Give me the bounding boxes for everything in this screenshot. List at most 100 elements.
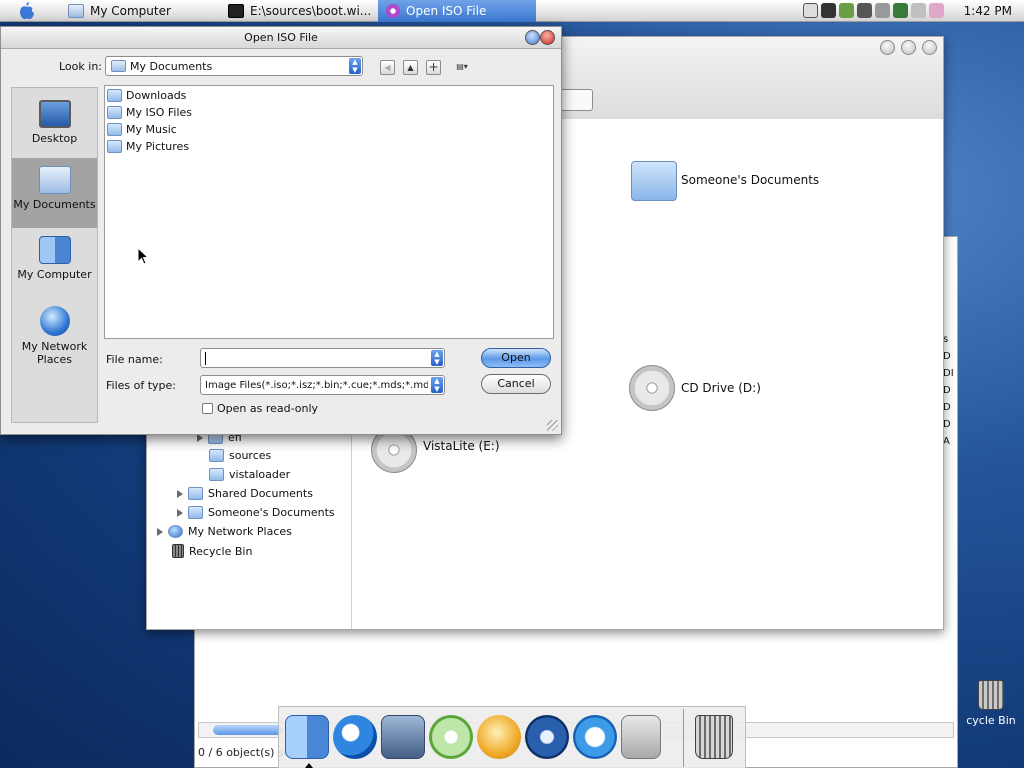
itunes-icon[interactable]	[429, 715, 473, 759]
volume-icon[interactable]	[875, 3, 890, 18]
folder-icon	[111, 60, 126, 72]
tree-item-my-network-places[interactable]: My Network Places	[157, 525, 292, 538]
dock-separator	[683, 709, 684, 767]
7zip-icon	[228, 4, 244, 18]
look-in-dropdown[interactable]: My Documents ▲ ▼	[105, 56, 363, 76]
trash-icon[interactable]	[695, 715, 733, 759]
window-controls	[880, 40, 937, 55]
taskbar-item-my-computer[interactable]: My Computer	[60, 0, 228, 22]
expand-arrow-icon[interactable]	[177, 508, 183, 517]
details-cell: D	[943, 351, 951, 362]
minimize-button[interactable]	[880, 40, 895, 55]
display-icon[interactable]	[821, 3, 836, 18]
file-type-dropdown[interactable]: Image Files(*.iso;*.isz;*.bin;*.cue;*.md…	[200, 375, 445, 395]
shield-icon[interactable]	[929, 3, 944, 18]
preview-icon[interactable]	[381, 715, 425, 759]
place-label: My Documents	[13, 198, 96, 211]
recycle-bin-icon	[172, 544, 184, 558]
tree-label: Shared Documents	[208, 487, 313, 500]
tree-item-sources[interactable]: sources	[209, 449, 271, 462]
internet-explorer-icon[interactable]	[333, 715, 377, 759]
tree-item-shared-documents[interactable]: Shared Documents	[177, 487, 313, 500]
music-folder-icon	[107, 122, 122, 136]
quicktime-icon[interactable]	[573, 715, 617, 759]
apple-menu-icon[interactable]	[17, 1, 37, 21]
scrollbar-thumb[interactable]	[213, 725, 283, 735]
sync-icon[interactable]	[911, 3, 926, 18]
text-caret	[205, 351, 206, 365]
tree-item-someones-documents[interactable]: Someone's Documents	[177, 506, 335, 519]
user-icon[interactable]	[803, 3, 818, 18]
my-computer-icon	[38, 236, 71, 264]
list-item[interactable]: My Pictures	[107, 138, 189, 154]
menu-bar: My Computer E:\sources\boot.wi... Open I…	[0, 0, 1024, 22]
task-label: E:\sources\boot.wi...	[250, 4, 372, 18]
taskbar-item-open-iso-file[interactable]: Open ISO File	[378, 0, 536, 22]
cancel-button[interactable]: Cancel	[481, 374, 551, 394]
system-prefs-icon[interactable]	[621, 715, 661, 759]
desktop-recycle-bin[interactable]: cycle Bin	[958, 680, 1024, 727]
zoom-button[interactable]	[901, 40, 916, 55]
taskbar-item-7zip[interactable]: E:\sources\boot.wi...	[220, 0, 378, 22]
place-my-network-places[interactable]: My Network Places	[12, 302, 97, 374]
close-button[interactable]	[922, 40, 937, 55]
media-player-icon[interactable]	[477, 715, 521, 759]
tree-label: vistaloader	[229, 468, 291, 481]
read-only-label[interactable]: Open as read-only	[217, 402, 318, 415]
list-item[interactable]: My ISO Files	[107, 104, 192, 120]
back-button[interactable]: ◀	[380, 60, 395, 75]
place-my-documents[interactable]: My Documents	[12, 158, 97, 228]
help-button[interactable]	[525, 30, 540, 45]
item-label[interactable]: CD Drive (D:)	[681, 381, 761, 395]
network-icon[interactable]	[839, 3, 854, 18]
dropdown-arrow-icon: ▲ ▼	[431, 377, 443, 393]
finder-icon[interactable]	[285, 715, 329, 759]
file-list[interactable]: Downloads My ISO Files My Music My Pictu…	[104, 85, 554, 339]
read-only-checkbox[interactable]	[202, 403, 213, 414]
recycle-bin-icon	[978, 680, 1004, 710]
item-label[interactable]: Someone's Documents	[681, 173, 819, 187]
close-button[interactable]	[540, 30, 555, 45]
view-options-button[interactable]	[559, 89, 593, 111]
list-item[interactable]: My Music	[107, 121, 177, 137]
place-label: My Network Places	[21, 340, 88, 366]
resize-grip[interactable]	[547, 420, 558, 431]
tree-label: Someone's Documents	[208, 506, 335, 519]
tree-item-recycle-bin[interactable]: Recycle Bin	[172, 544, 252, 558]
folder-icon	[188, 506, 203, 519]
place-label: My Computer	[17, 268, 92, 281]
new-folder-button[interactable]: +	[426, 60, 441, 75]
list-item[interactable]: Downloads	[107, 87, 186, 103]
running-indicator-icon	[305, 763, 313, 768]
file-name-field[interactable]: ▲ ▼	[200, 348, 445, 368]
security-icon[interactable]	[893, 3, 908, 18]
monitor-icon[interactable]	[857, 3, 872, 18]
place-desktop[interactable]: Desktop	[12, 96, 97, 158]
network-places-icon	[168, 525, 183, 538]
cd-drive-icon[interactable]	[629, 365, 675, 411]
look-in-label: Look in:	[59, 60, 102, 73]
tree-item-vistaloader[interactable]: vistaloader	[209, 468, 290, 481]
place-my-computer[interactable]: My Computer	[12, 232, 97, 296]
details-cell: s	[943, 334, 949, 345]
my-computer-icon	[68, 4, 84, 18]
imovie-icon[interactable]	[525, 715, 569, 759]
view-menu-button[interactable]: ▤▾	[449, 60, 475, 75]
dialog-title[interactable]: Open ISO File	[1, 27, 561, 49]
look-in-value: My Documents	[130, 59, 213, 73]
details-column: s D DI D D D A	[943, 331, 957, 450]
clock[interactable]: 1:42 PM	[964, 4, 1012, 18]
folder-icon	[188, 487, 203, 500]
open-iso-file-dialog: Open ISO File Look in: My Documents ▲ ▼ ◀…	[0, 26, 562, 435]
details-cell: A	[943, 436, 950, 447]
pictures-folder-icon	[107, 139, 122, 153]
network-places-icon	[39, 306, 70, 336]
expand-arrow-icon[interactable]	[177, 489, 183, 498]
folder-icon	[209, 449, 224, 462]
expand-arrow-icon[interactable]	[157, 527, 163, 536]
open-button[interactable]: Open	[481, 348, 551, 368]
dropdown-arrow-icon: ▲ ▼	[431, 350, 443, 366]
up-folder-button[interactable]: ▲	[403, 60, 418, 75]
folder-icon[interactable]	[631, 161, 677, 201]
item-label[interactable]: VistaLite (E:)	[423, 439, 500, 453]
